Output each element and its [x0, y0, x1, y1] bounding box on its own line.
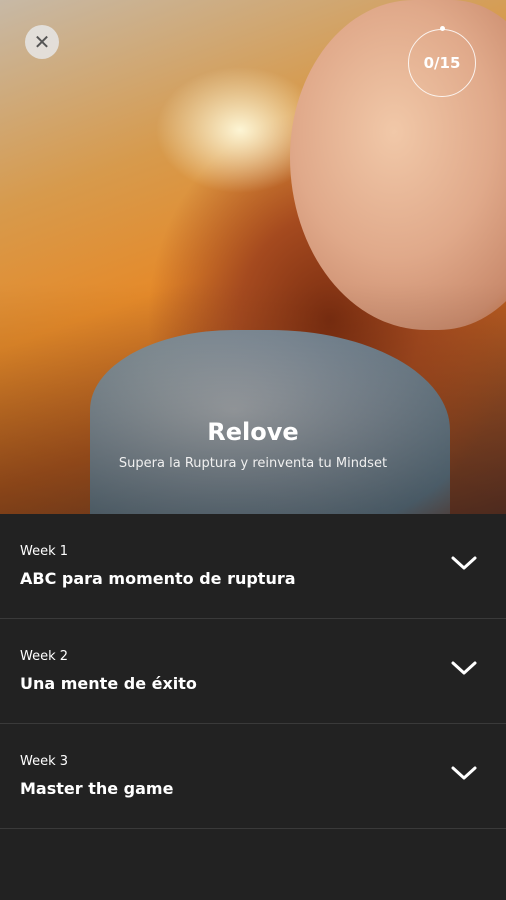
chevron-down-icon[interactable] — [450, 554, 478, 572]
weeks-list: Week 1 ABC para momento de ruptura Week … — [0, 514, 506, 829]
chevron-down-icon[interactable] — [450, 764, 478, 782]
week-label: Week 1 — [20, 544, 69, 559]
program-subtitle: Supera la Ruptura y reinventa tu Mindset — [118, 456, 388, 471]
chevron-down-icon[interactable] — [450, 659, 478, 677]
program-title: Relove — [207, 418, 299, 446]
hero-image: ✕ 0/15 Relove Supera la Ruptura y reinve… — [0, 0, 506, 514]
progress-ring: 0/15 — [408, 26, 476, 97]
week-item[interactable]: Week 1 ABC para momento de ruptura — [0, 514, 506, 619]
week-title: Master the game — [20, 779, 174, 798]
week-label: Week 2 — [20, 649, 69, 664]
week-title: ABC para momento de ruptura — [20, 569, 296, 588]
progress-dot — [440, 26, 445, 31]
week-item[interactable]: Week 2 Una mente de éxito — [0, 619, 506, 724]
progress-text: 0/15 — [423, 54, 461, 72]
week-title: Una mente de éxito — [20, 674, 197, 693]
close-button[interactable]: ✕ — [25, 25, 59, 59]
week-label: Week 3 — [20, 754, 69, 769]
week-item[interactable]: Week 3 Master the game — [0, 724, 506, 829]
program-header: Relove Supera la Ruptura y reinventa tu … — [0, 418, 506, 471]
close-icon: ✕ — [33, 30, 51, 54]
